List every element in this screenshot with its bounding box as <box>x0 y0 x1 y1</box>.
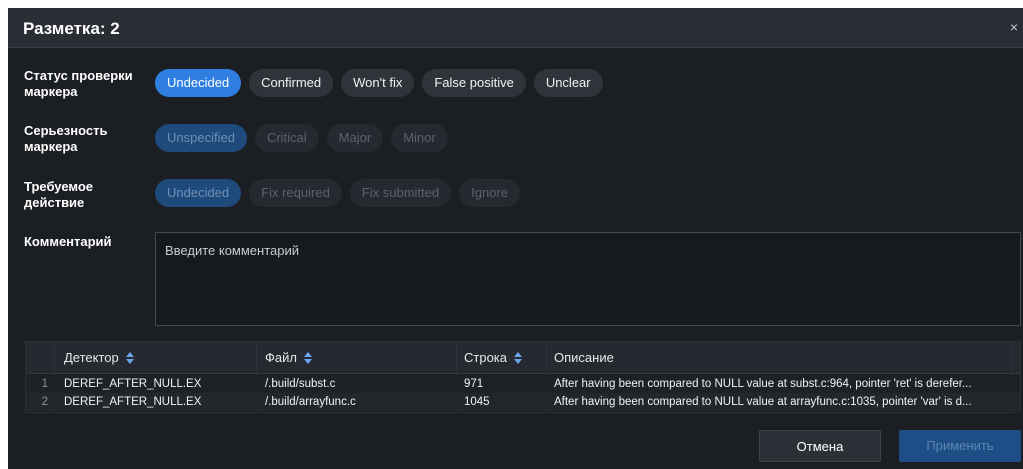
severity-option-minor: Minor <box>391 124 448 152</box>
severity-option-critical: Critical <box>254 124 319 152</box>
action-option-ignore: Ignore <box>459 179 520 207</box>
cell-detector: DEREF_AFTER_NULL.EX <box>64 396 202 408</box>
severity-options: Unspecified Critical Major Minor <box>155 124 448 152</box>
column-header-description[interactable]: Описание <box>554 342 614 374</box>
dialog-header: Разметка: 2 × <box>8 8 1023 48</box>
action-label: Требуемое действие <box>24 179 94 210</box>
cell-file: /.build/subst.c <box>265 378 336 390</box>
cell-line: 1045 <box>464 396 490 408</box>
severity-option-major: Major <box>326 124 384 152</box>
cell-file: /.build/arrayfunc.c <box>265 396 356 408</box>
column-detector-label: Детектор <box>64 350 119 365</box>
cancel-button[interactable]: Отмена <box>759 430 881 462</box>
severity-option-unspecified: Unspecified <box>155 124 247 152</box>
status-options: Undecided Confirmed Won't fix False posi… <box>155 69 603 97</box>
column-file-label: Файл <box>265 350 297 365</box>
column-header-line[interactable]: Строка <box>464 342 523 374</box>
table-row[interactable]: 1 DEREF_AFTER_NULL.EX /.build/subst.c 97… <box>26 375 1020 393</box>
close-icon[interactable]: × <box>1007 20 1021 34</box>
action-option-fix-submitted: Fix submitted <box>349 179 452 207</box>
column-description-label: Описание <box>554 350 614 365</box>
markers-table: Детектор Файл Строка Описание 1 DEREF_AF… <box>25 341 1021 413</box>
status-option-unclear[interactable]: Unclear <box>533 69 603 97</box>
sort-icon <box>513 352 523 364</box>
cell-description: After having been compared to NULL value… <box>554 378 972 390</box>
column-header-file[interactable]: Файл <box>265 342 313 374</box>
sort-icon <box>303 352 313 364</box>
cell-description: After having been compared to NULL value… <box>554 396 972 408</box>
sort-icon <box>125 352 135 364</box>
comment-label: Комментарий <box>24 234 112 249</box>
background-strip <box>0 0 1023 8</box>
row-number: 1 <box>41 378 48 390</box>
action-option-undecided: Undecided <box>155 179 242 207</box>
action-options: Undecided Fix required Fix submitted Ign… <box>155 179 520 207</box>
column-line-label: Строка <box>464 350 508 365</box>
severity-label: Серьезность маркера <box>24 123 108 154</box>
cell-detector: DEREF_AFTER_NULL.EX <box>64 378 202 390</box>
column-header-detector[interactable]: Детектор <box>64 342 135 374</box>
table-header: Детектор Файл Строка Описание <box>26 342 1020 374</box>
dialog-title: Разметка: 2 <box>23 19 120 38</box>
status-option-false-positive[interactable]: False positive <box>422 69 526 97</box>
status-option-wont-fix[interactable]: Won't fix <box>341 69 415 97</box>
table-row[interactable]: 2 DEREF_AFTER_NULL.EX /.build/arrayfunc.… <box>26 393 1020 411</box>
markup-dialog: Разметка: 2 × Статус проверки маркера Un… <box>8 8 1023 469</box>
cell-line: 971 <box>464 378 484 390</box>
apply-button: Применить <box>899 430 1021 462</box>
row-number: 2 <box>41 396 48 408</box>
status-option-confirmed[interactable]: Confirmed <box>249 69 334 97</box>
status-option-undecided[interactable]: Undecided <box>155 69 242 97</box>
action-option-fix-required: Fix required <box>249 179 342 207</box>
status-label: Статус проверки маркера <box>24 68 133 99</box>
comment-input[interactable] <box>155 232 1021 326</box>
